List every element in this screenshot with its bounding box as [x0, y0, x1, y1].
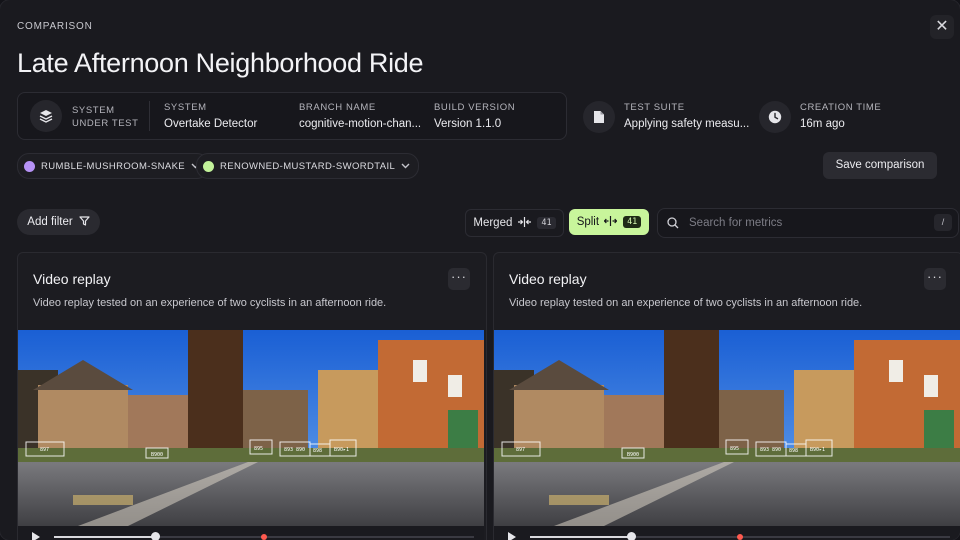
video-controls [494, 526, 960, 540]
play-icon[interactable] [32, 532, 40, 540]
play-icon[interactable] [508, 532, 516, 540]
overlay-label: B900 [627, 452, 639, 458]
merge-icon [518, 216, 532, 230]
progress-knob[interactable] [626, 532, 636, 540]
merged-toggle-button[interactable]: Merged 41 [465, 209, 564, 237]
overlay-label: 898 [789, 448, 798, 454]
video-replay-card-left: Video replay ··· Video replay tested on … [17, 252, 487, 540]
split-toggle-button[interactable]: Split 41 [569, 209, 649, 235]
overlay-label: 898 [313, 448, 322, 454]
system-under-test-label: SYSTEM UNDER TEST [72, 105, 139, 129]
run-color-dot [24, 160, 35, 172]
shortcut-hint: / [934, 214, 952, 231]
branch-label: BRANCH NAME [299, 102, 376, 113]
overlay-label: 893 890 [284, 447, 305, 453]
page-eyebrow: COMPARISON [17, 21, 93, 32]
run-chip-1[interactable]: RUMBLE-MUSHROOM-SNAKE [17, 153, 210, 179]
system-value: Overtake Detector [164, 118, 258, 130]
video-replay-card-right: Video replay ··· Video replay tested on … [493, 252, 960, 540]
overlay-label: 897 [516, 447, 525, 453]
search-input[interactable] [687, 216, 921, 230]
creation-time-label: CREATION TIME [800, 102, 882, 113]
test-suite-label: TEST SUITE [624, 102, 685, 113]
system-info-card: SYSTEM UNDER TEST SYSTEM Overtake Detect… [17, 92, 567, 140]
card-title: Video replay [33, 271, 111, 287]
build-value: Version 1.1.0 [434, 118, 502, 130]
search-icon [667, 217, 679, 229]
test-suite-value: Applying safety measu... [624, 118, 750, 130]
split-icon [603, 215, 618, 229]
layers-icon [30, 100, 62, 132]
split-label: Split [576, 216, 600, 228]
video-player[interactable]: 897 B900 895 893 890 898 B90▸1 [18, 330, 484, 526]
card-description: Video replay tested on an experience of … [33, 297, 387, 309]
comparison-panel: COMPARISON ✕ Late Afternoon Neighborhood… [0, 0, 960, 540]
card-description: Video replay tested on an experience of … [509, 297, 863, 309]
build-label: BUILD VERSION [434, 102, 516, 113]
video-player[interactable]: 897 B900 895 893 890 898 B90▸1 [494, 330, 960, 526]
system-label: SYSTEM [164, 102, 207, 113]
merged-count-badge: 41 [537, 217, 556, 229]
creation-time-value: 16m ago [800, 118, 845, 130]
document-icon [583, 101, 615, 133]
branch-value: cognitive-motion-chan... [299, 118, 422, 130]
run-chip-2[interactable]: RENOWNED-MUSTARD-SWORDTAIL [196, 153, 420, 179]
close-button[interactable]: ✕ [930, 15, 954, 39]
run-color-dot [203, 160, 214, 172]
split-count-badge: 41 [623, 216, 642, 228]
page-title: Late Afternoon Neighborhood Ride [17, 48, 424, 78]
video-controls [18, 526, 484, 540]
divider [149, 101, 150, 131]
more-options-button[interactable]: ··· [448, 268, 470, 290]
filter-icon [79, 215, 90, 229]
run-name: RUMBLE-MUSHROOM-SNAKE [41, 160, 186, 172]
video-frame-image: 897 B900 895 893 890 898 B90▸1 [494, 330, 960, 526]
save-comparison-button[interactable]: Save comparison [823, 152, 937, 179]
overlay-label: B90▸1 [334, 447, 349, 453]
progress-knob[interactable] [150, 532, 160, 540]
add-filter-button[interactable]: Add filter [17, 209, 100, 235]
clock-icon [759, 101, 791, 133]
add-filter-label: Add filter [27, 216, 73, 228]
overlay-label: 893 890 [760, 447, 781, 453]
metrics-search-box[interactable]: / [657, 208, 959, 238]
overlay-label: 897 [40, 447, 49, 453]
event-marker[interactable] [261, 534, 267, 540]
overlay-label: B900 [151, 452, 163, 458]
video-frame-image: 897 B900 895 893 890 898 B90▸1 [18, 330, 484, 526]
overlay-label: 895 [730, 446, 739, 452]
progress-fill [54, 536, 155, 538]
event-marker[interactable] [737, 534, 743, 540]
merged-label: Merged [473, 217, 513, 229]
progress-fill [530, 536, 631, 538]
overlay-label: B90▸1 [810, 447, 825, 453]
overlay-label: 895 [254, 446, 263, 452]
chevron-down-icon [401, 161, 410, 171]
run-name: RENOWNED-MUSTARD-SWORDTAIL [220, 160, 396, 172]
more-options-button[interactable]: ··· [924, 268, 946, 290]
card-title: Video replay [509, 271, 587, 287]
